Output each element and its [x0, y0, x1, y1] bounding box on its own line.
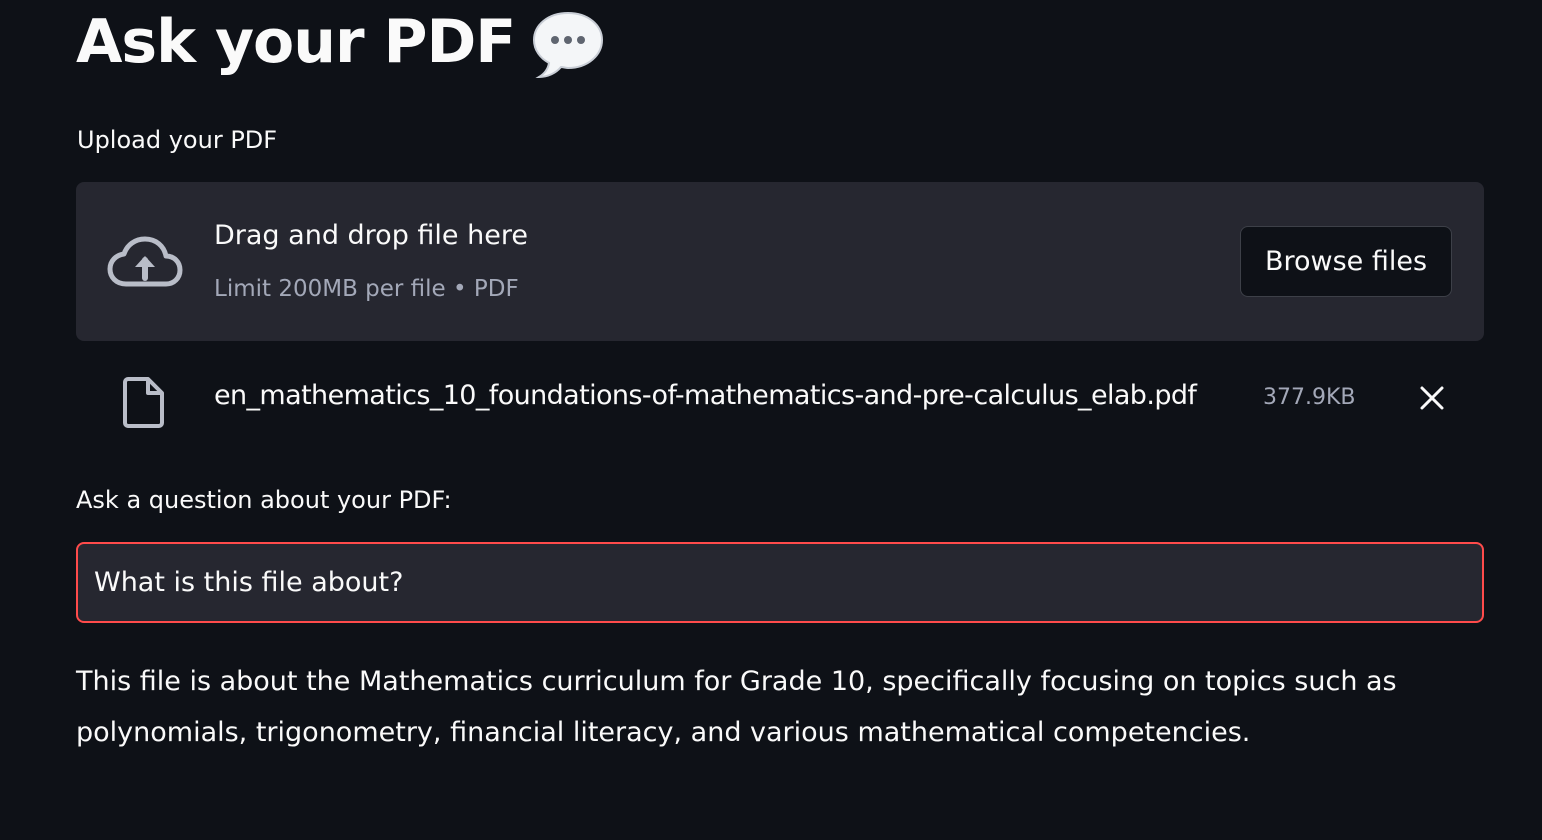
uploaded-file-size: 377.9KB	[1263, 385, 1356, 410]
dropzone-title: Drag and drop file here	[214, 220, 528, 251]
page-title: Ask your PDF	[76, 2, 605, 82]
upload-label: Upload your PDF	[77, 126, 278, 154]
page-title-text: Ask your PDF	[76, 7, 516, 77]
cloud-upload-icon	[106, 234, 184, 290]
uploaded-file-name: en_mathematics_10_foundations-of-mathema…	[214, 380, 1197, 411]
question-label: Ask a question about your PDF:	[76, 486, 452, 514]
answer-text: This file is about the Mathematics curri…	[76, 666, 1397, 748]
app-page: Ask your PDF Upload your PDF Drag and dr…	[0, 0, 1542, 840]
remove-file-button[interactable]	[1412, 380, 1452, 420]
close-icon	[1419, 385, 1445, 415]
browse-files-button[interactable]: Browse files	[1240, 226, 1452, 297]
file-icon	[122, 376, 166, 428]
dropzone-limit-text: Limit 200MB per file • PDF	[214, 276, 519, 302]
uploaded-file-row: en_mathematics_10_foundations-of-mathema…	[76, 360, 1484, 440]
speech-bubble-icon	[531, 9, 605, 79]
file-dropzone[interactable]: Drag and drop file here Limit 200MB per …	[76, 182, 1484, 341]
question-input[interactable]	[76, 542, 1484, 623]
